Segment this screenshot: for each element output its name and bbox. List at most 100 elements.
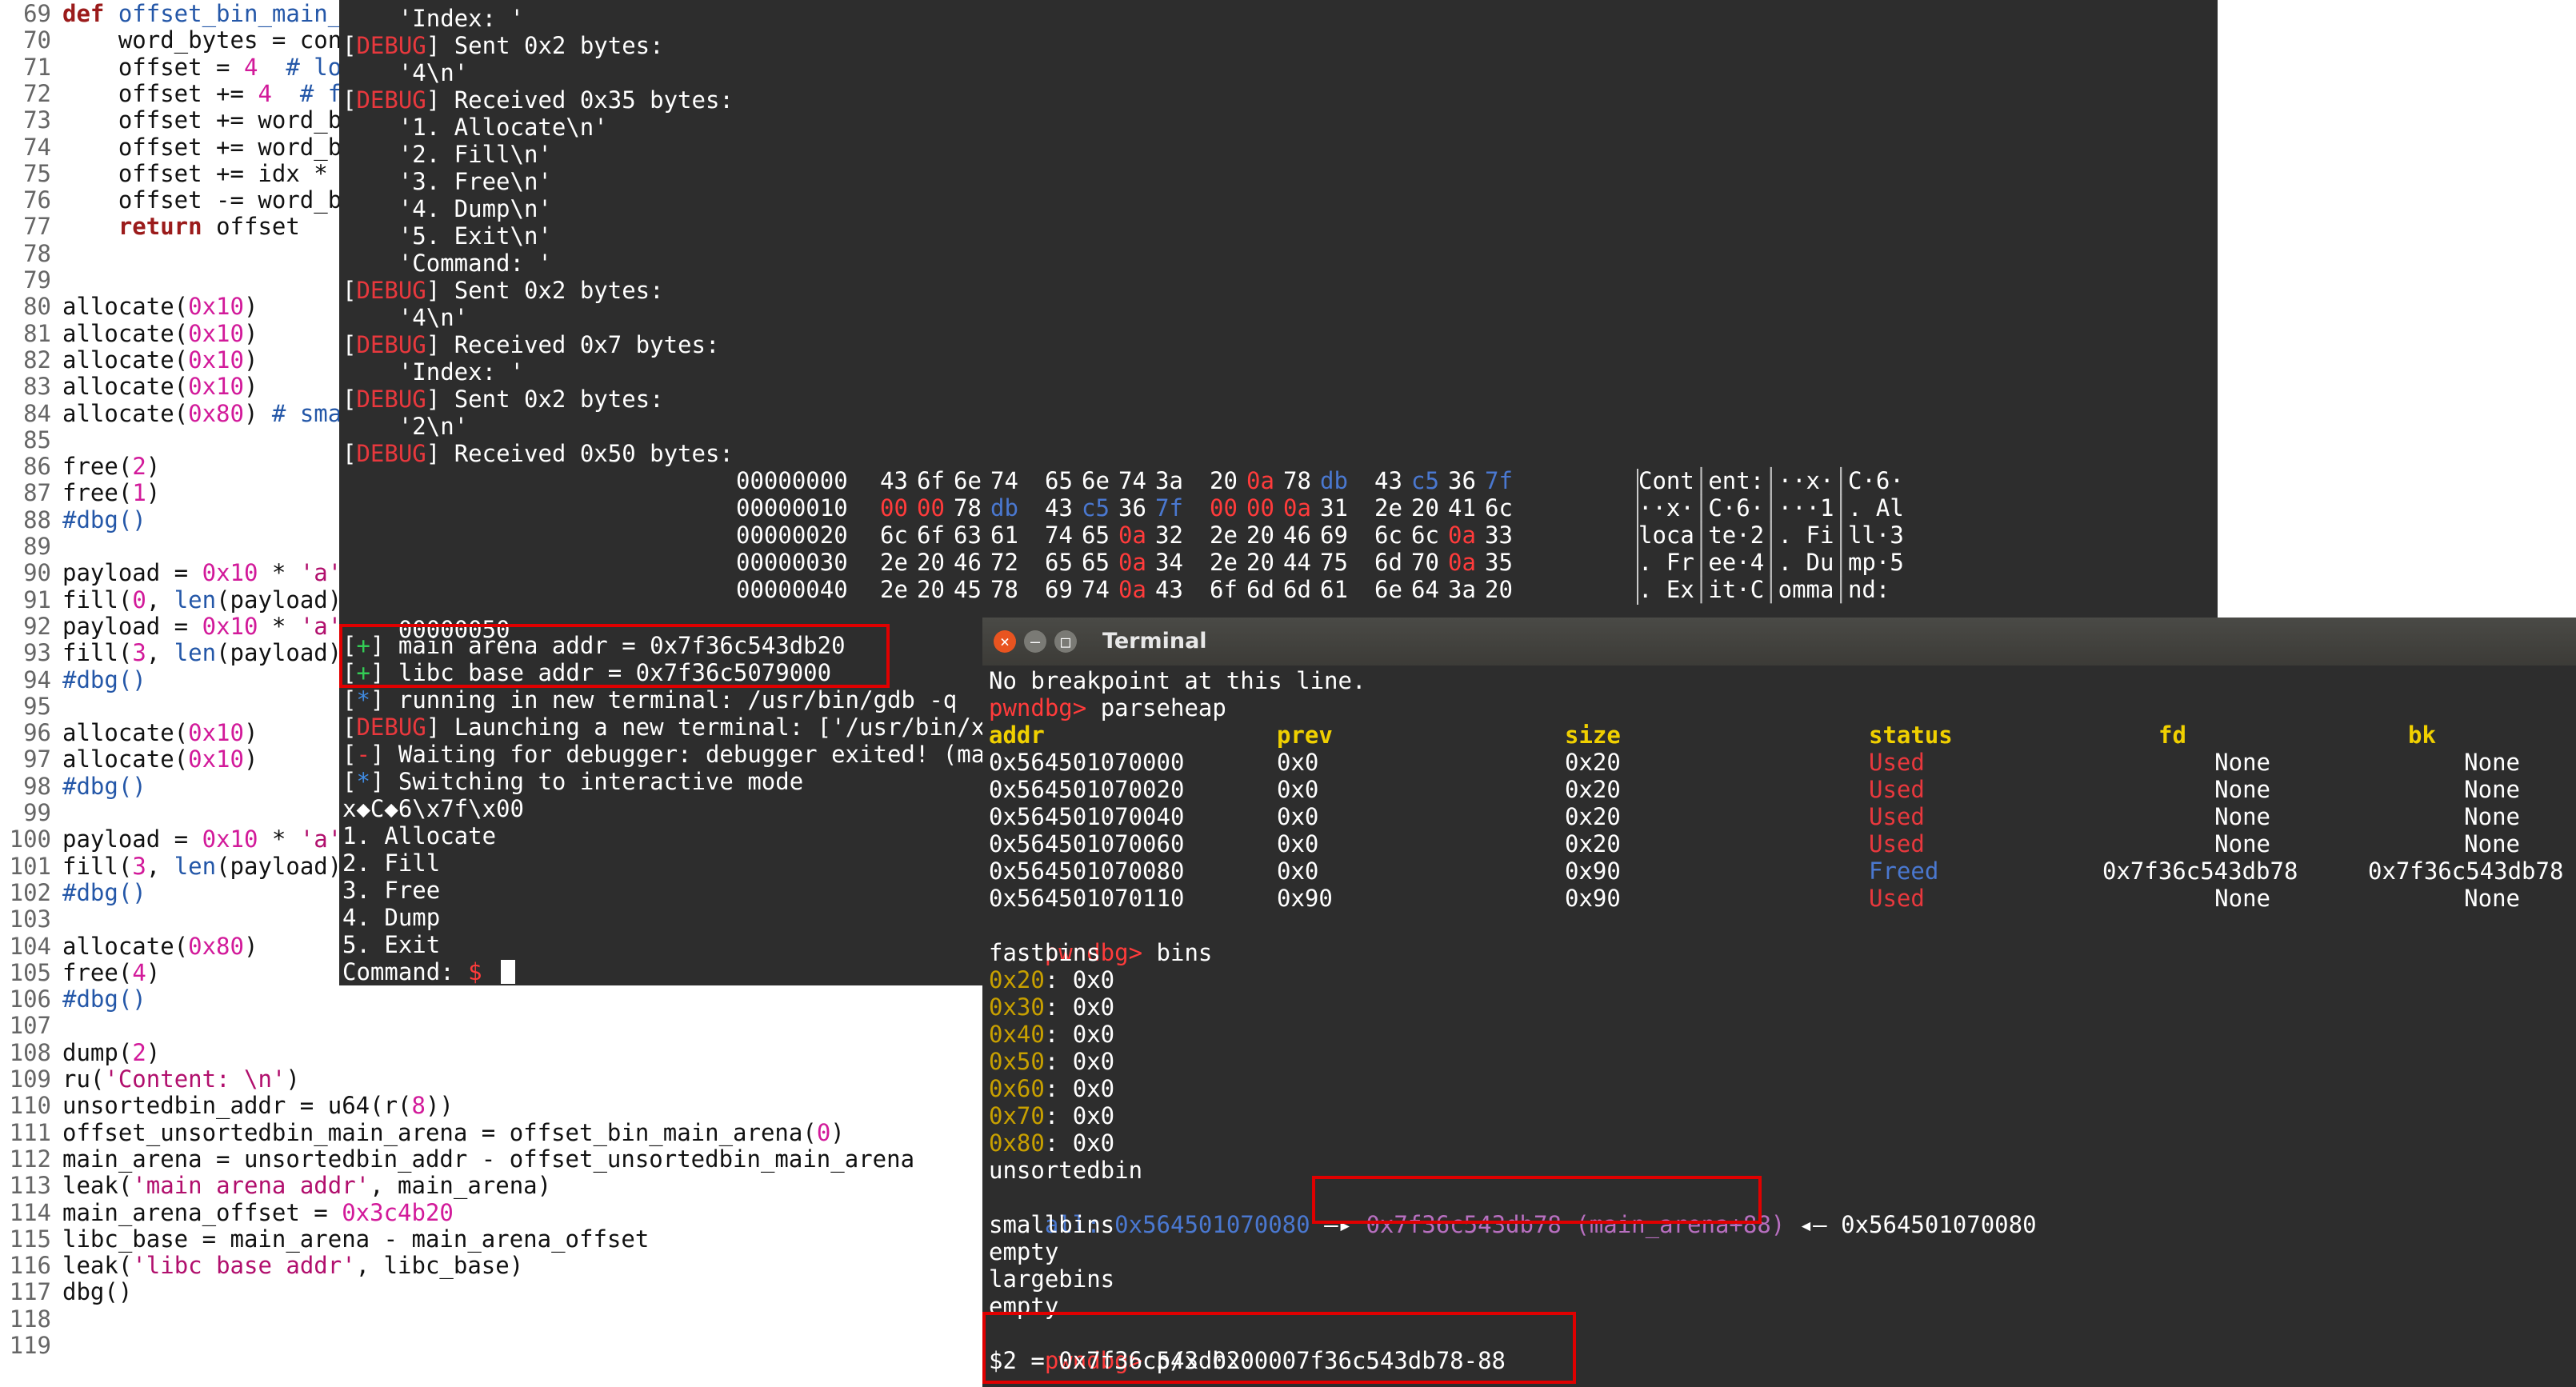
code-token: allocate( (62, 932, 189, 960)
code-token: fill( (62, 586, 133, 614)
hexdump-ascii-sep: │ (1694, 576, 1709, 603)
fastbin-size: 0x80 (989, 1129, 1045, 1157)
terminal-line: 'Index: ' (342, 358, 524, 386)
line-number: 86 (23, 453, 51, 481)
terminal-token: DEBUG (356, 86, 426, 114)
hexdump-ascii-chunk: . Fr (1638, 549, 1694, 576)
terminal-line: '1. Allocate\n' (342, 114, 608, 141)
hexdump-ascii-chunk: . Du (1778, 549, 1834, 576)
terminal-token: DEBUG (356, 713, 426, 741)
code-token: ) (146, 958, 161, 986)
code-token: 0x3c4b20 (342, 1198, 454, 1226)
terminal-token: '4\n' (342, 59, 469, 86)
code-token: #dbg() (62, 878, 146, 906)
terminal-line: 'Command: ' (342, 250, 552, 277)
heap-cell: None (2214, 749, 2270, 776)
code-token: 0x10 (202, 825, 258, 853)
code-token: ru( (62, 1065, 105, 1093)
code-token: 'main arena addr' (132, 1172, 370, 1200)
line-number: 90 (23, 559, 51, 587)
code-token: ) (146, 479, 161, 507)
line-number: 99 (23, 799, 51, 826)
hexdump-byte: 36 (1448, 467, 1476, 494)
gdb-terminal-window[interactable]: × – □ Terminal No breakpoint at this lin… (982, 618, 2576, 1387)
hexdump-byte: 46 (954, 549, 982, 576)
terminal-token: '1. Allocate\n' (342, 114, 608, 141)
terminal-token: [ (342, 440, 357, 467)
code-token: , main_arena) (370, 1172, 552, 1200)
code-line: 115 libc_base = main_arena - main_arena_o… (0, 1225, 650, 1253)
terminal-line: [*] Switching to interactive mode (342, 768, 803, 795)
hexdump-byte: 31 (1320, 494, 1348, 522)
line-number: 106 (9, 985, 51, 1013)
heap-cell: Used (1869, 830, 1925, 857)
hexdump-row: 00000020 6c 6f 63 61 74 65 0a 32 2e 20 46 69 6c 6c 0a 33 (736, 522, 1522, 549)
smallbins-value: empty (989, 1238, 1059, 1265)
code-token: return (118, 213, 202, 241)
hexdump-byte: 00 (1246, 494, 1274, 522)
fastbin-value: : 0x0 (1044, 1021, 1115, 1048)
heap-cell: None (2464, 885, 2520, 912)
terminal-token: x◆C◆6\x7f\x00 (342, 795, 524, 822)
hexdump-byte: 64 (1411, 576, 1439, 603)
code-token: 3 (132, 852, 146, 880)
line-number: 80 (23, 293, 51, 321)
heap-header: bk (2408, 721, 2436, 749)
code-line: 102 #dbg() (0, 879, 146, 906)
hexdump-byte: 0a (1448, 522, 1476, 549)
close-icon[interactable]: × (994, 630, 1016, 653)
heap-cell: Used (1869, 803, 1925, 830)
line-number: 101 (9, 852, 51, 880)
hexdump-ascii-sep: │ (1834, 522, 1848, 549)
maximize-icon[interactable]: □ (1054, 630, 1077, 653)
terminal-token: * (356, 768, 370, 795)
heap-header: addr (989, 721, 1045, 749)
window-titlebar[interactable]: × – □ Terminal (982, 618, 2576, 666)
code-token: free( (62, 453, 133, 481)
line-number: 79 (23, 266, 51, 294)
code-token: len (174, 639, 217, 667)
heap-cell: Used (1869, 885, 1925, 912)
hexdump-byte: 70 (1411, 549, 1439, 576)
heap-cell: Freed (1869, 857, 1939, 885)
hexdump-byte: db (1320, 467, 1348, 494)
terminal-token: [ (342, 686, 357, 713)
minimize-icon[interactable]: – (1024, 630, 1046, 653)
heap-cell: 0x7f36c543db78 (2102, 857, 2298, 885)
terminal-line: '5. Exit\n' (342, 222, 552, 250)
code-line: 78 (0, 240, 62, 267)
fastbin-value: : 0x0 (1044, 993, 1115, 1021)
terminal-token: ] Received 0x35 bytes: (426, 86, 734, 114)
code-line: 85 (0, 426, 62, 454)
terminal-token: DEBUG (356, 277, 426, 304)
heap-cell: 0x564501070080 (989, 857, 1185, 885)
hexdump-ascii-chunk: ent: (1708, 467, 1765, 494)
code-token: 0 (132, 586, 146, 614)
heap-cell: 0x564501070000 (989, 749, 1185, 776)
hexdump-byte: 6e (1082, 467, 1110, 494)
code-line: 96 allocate(0x10) (0, 719, 258, 746)
line-number: 109 (9, 1065, 51, 1093)
heap-cell: 0x0 (1277, 749, 1319, 776)
hexdump-ascii: loca│te·2│. Fi│ll·3 (1638, 522, 1904, 549)
terminal-line: [DEBUG] Received 0x7 bytes: (342, 331, 719, 358)
hexdump-byte: 43 (1045, 494, 1073, 522)
hexdump-byte: 32 (1155, 522, 1183, 549)
hexdump-byte: 0a (1283, 494, 1311, 522)
terminal-line: [DEBUG] Sent 0x2 bytes: (342, 32, 664, 59)
terminal-token: [ (342, 32, 357, 59)
line-number: 108 (9, 1038, 51, 1066)
terminal-token: 'Command: ' (342, 250, 552, 277)
fastbin-value: : 0x0 (1044, 1102, 1115, 1129)
terminal-line: 2. Fill (342, 849, 440, 877)
hexdump-ascii-sep: │ (1694, 522, 1709, 549)
code-token: , (146, 586, 174, 614)
code-token: offset += idx * (62, 159, 342, 187)
fastbin-entry: 0x30: 0x0 (989, 993, 1114, 1021)
code-token: 0x10 (188, 745, 244, 773)
unsorted-chunk-addr: 0x564501070080 (1114, 1211, 1310, 1238)
bins-command: bins (1156, 939, 1213, 966)
hexdump-byte: 20 (1485, 576, 1513, 603)
fastbin-entry: 0x40: 0x0 (989, 1021, 1114, 1048)
